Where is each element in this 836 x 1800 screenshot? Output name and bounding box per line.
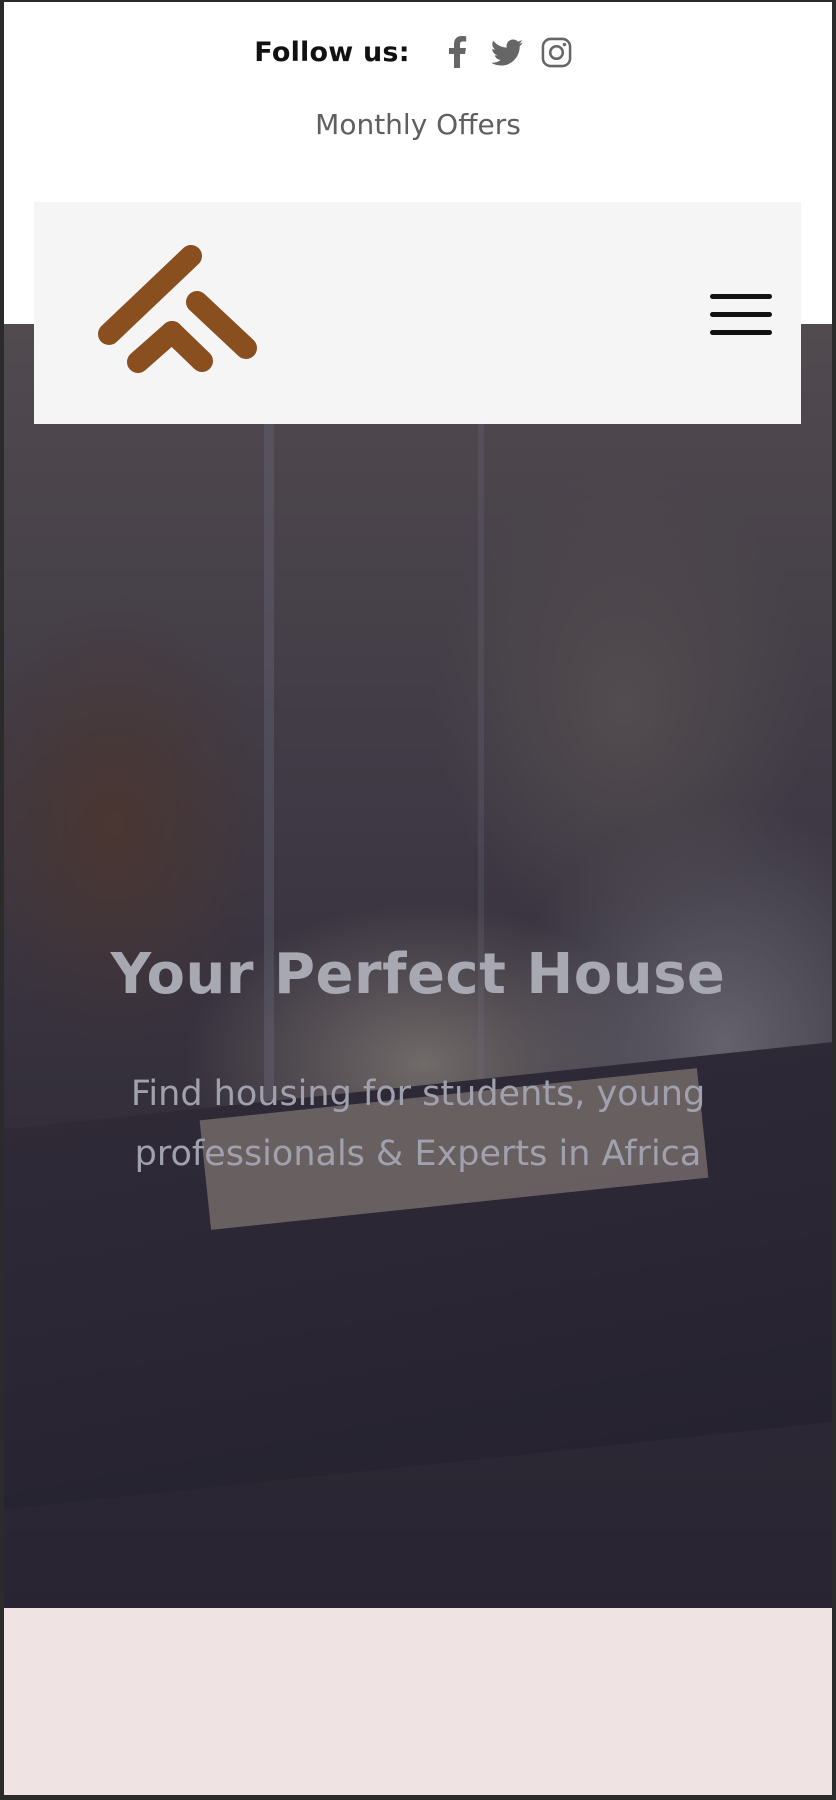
hamburger-menu-icon[interactable] [710, 294, 772, 336]
hero-section: Your Perfect House Find housing for stud… [4, 324, 832, 1608]
page: Follow us: Monthly Offers Your Perfect H… [4, 2, 832, 1795]
monthly-offers-link[interactable]: Monthly Offers [4, 108, 832, 141]
follow-label: Follow us: [254, 36, 410, 68]
next-section-band [4, 1608, 832, 1795]
hero-title: Your Perfect House [110, 942, 726, 1007]
instagram-icon[interactable] [539, 34, 575, 70]
hero-subtitle: Find housing for students, young profess… [130, 1074, 706, 1174]
social-follow-row: Follow us: [4, 34, 832, 70]
house-chevron-logo[interactable] [94, 242, 264, 382]
facebook-icon[interactable] [439, 34, 475, 70]
navigation-bar [34, 202, 801, 424]
twitter-icon[interactable] [489, 34, 525, 70]
